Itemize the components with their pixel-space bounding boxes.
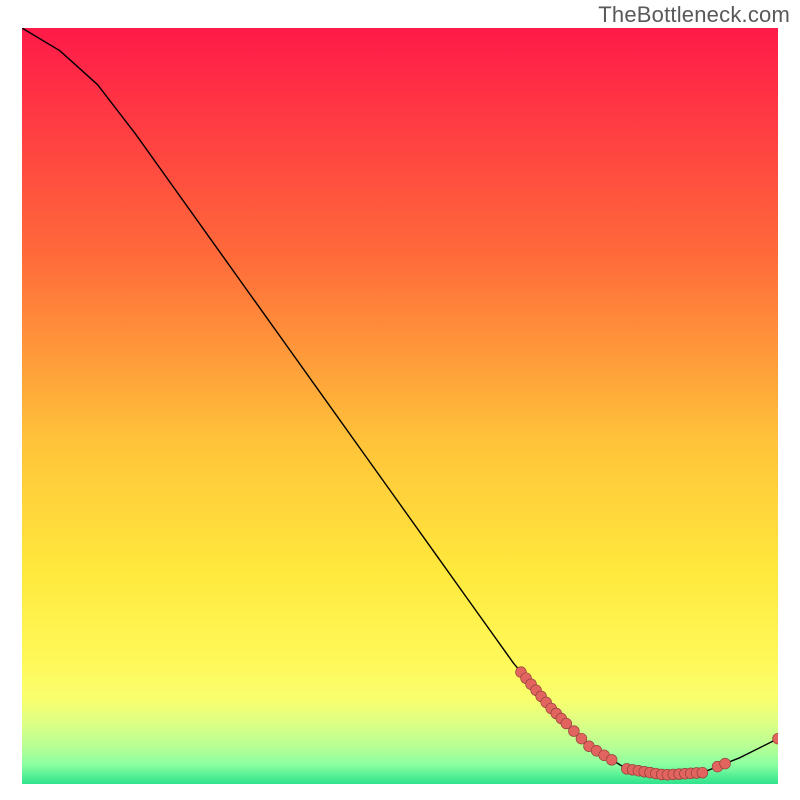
watermark-text: TheBottleneck.com: [598, 2, 790, 28]
chart-svg: [22, 28, 778, 784]
data-marker: [720, 758, 731, 769]
chart-stage: TheBottleneck.com: [0, 0, 800, 800]
data-marker: [697, 767, 708, 778]
data-marker: [606, 754, 617, 765]
gradient-background: [22, 28, 778, 784]
bottleneck-curve-chart: [22, 28, 778, 784]
